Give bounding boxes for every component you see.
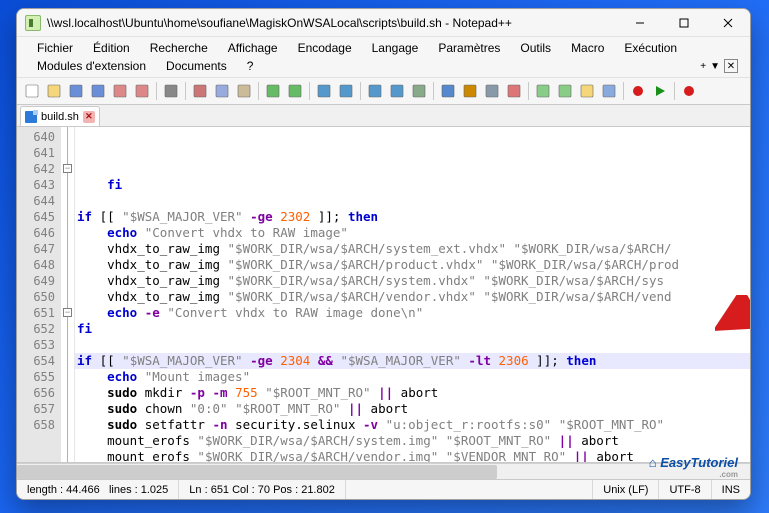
func-list-button[interactable] bbox=[554, 80, 576, 102]
menu-affichage[interactable]: Affichage bbox=[218, 39, 288, 57]
paste-button[interactable] bbox=[233, 80, 255, 102]
tab-close-icon[interactable]: ✕ bbox=[83, 111, 95, 123]
plus-icon[interactable]: + bbox=[700, 61, 706, 72]
window-title: \\wsl.localhost\Ubuntu\home\soufiane\Mag… bbox=[47, 16, 618, 30]
file-tab[interactable]: build.sh ✕ bbox=[20, 106, 100, 126]
menu-macro[interactable]: Macro bbox=[561, 39, 614, 57]
sync-button[interactable] bbox=[408, 80, 430, 102]
code-line[interactable]: vhdx_to_raw_img "$WORK_DIR/wsa/$ARCH/sys… bbox=[75, 273, 750, 289]
save-all-button[interactable] bbox=[87, 80, 109, 102]
indent-guide-button[interactable] bbox=[481, 80, 503, 102]
status-length: length : 44.466 lines : 1.025 bbox=[17, 480, 179, 499]
new-button[interactable] bbox=[21, 80, 43, 102]
undo-button[interactable] bbox=[262, 80, 284, 102]
minimize-button[interactable] bbox=[618, 9, 662, 37]
code-line[interactable]: if [[ "$WSA_MAJOR_VER" -ge 2304 && "$WSA… bbox=[75, 353, 750, 369]
save-button[interactable] bbox=[65, 80, 87, 102]
menu-dition[interactable]: Édition bbox=[83, 39, 140, 57]
close-button[interactable] bbox=[706, 9, 750, 37]
code-line[interactable]: echo -e "Convert vhdx to RAW image done\… bbox=[75, 305, 750, 321]
code-line[interactable]: vhdx_to_raw_img "$WORK_DIR/wsa/$ARCH/pro… bbox=[75, 257, 750, 273]
code-line[interactable]: fi bbox=[75, 177, 750, 193]
editor[interactable]: 6406416426436446456466476486496506516526… bbox=[17, 127, 750, 463]
file-type-icon bbox=[25, 111, 37, 123]
title-bar: \\wsl.localhost\Ubuntu\home\soufiane\Mag… bbox=[17, 9, 750, 37]
menu-outils[interactable]: Outils bbox=[510, 39, 561, 57]
code-line[interactable] bbox=[75, 337, 750, 353]
status-ovr[interactable]: INS bbox=[712, 480, 750, 499]
zoom-out-button[interactable] bbox=[386, 80, 408, 102]
annotation-arrow bbox=[655, 279, 715, 315]
tab-bar: build.sh ✕ bbox=[17, 105, 750, 127]
chevron-down-icon[interactable]: ▼ bbox=[710, 61, 720, 72]
close-button[interactable] bbox=[109, 80, 131, 102]
record-stop-button[interactable] bbox=[678, 80, 700, 102]
menu-modulesdextension[interactable]: Modules d'extension bbox=[27, 57, 156, 75]
code-area[interactable]: fi if [[ "$WSA_MAJOR_VER" -ge 2302 ]]; t… bbox=[75, 127, 750, 462]
word-wrap-button[interactable] bbox=[437, 80, 459, 102]
maximize-button[interactable] bbox=[662, 9, 706, 37]
menu-[interactable]: ? bbox=[237, 57, 264, 75]
status-pos: Ln : 651 Col : 70 Pos : 21.802 bbox=[179, 480, 346, 499]
record-button[interactable] bbox=[627, 80, 649, 102]
status-encoding[interactable]: UTF-8 bbox=[659, 480, 711, 499]
all-chars-button[interactable] bbox=[459, 80, 481, 102]
find-button[interactable] bbox=[313, 80, 335, 102]
menu-documents[interactable]: Documents bbox=[156, 57, 237, 75]
menu-fichier[interactable]: Fichier bbox=[27, 39, 83, 57]
fold-toggle[interactable]: − bbox=[63, 308, 72, 317]
status-bar: length : 44.466 lines : 1.025 Ln : 651 C… bbox=[17, 479, 750, 499]
tab-label: build.sh bbox=[41, 111, 79, 123]
code-line[interactable]: vhdx_to_raw_img "$WORK_DIR/wsa/$ARCH/ven… bbox=[75, 289, 750, 305]
fold-gutter[interactable]: −− bbox=[61, 127, 75, 462]
code-line[interactable]: sudo mkdir -p -m 755 "$ROOT_MNT_RO" || a… bbox=[75, 385, 750, 401]
lang-button[interactable] bbox=[503, 80, 525, 102]
code-line[interactable]: fi bbox=[75, 321, 750, 337]
code-line[interactable] bbox=[75, 193, 750, 209]
print-button[interactable] bbox=[160, 80, 182, 102]
watermark: ⌂ EasyTutoriel .com bbox=[649, 455, 738, 479]
menu-bar: FichierÉditionRechercheAffichageEncodage… bbox=[17, 37, 750, 77]
status-eol[interactable]: Unix (LF) bbox=[593, 480, 659, 499]
app-icon bbox=[25, 15, 41, 31]
toolbar bbox=[17, 77, 750, 105]
app-window: \\wsl.localhost\Ubuntu\home\soufiane\Mag… bbox=[16, 8, 751, 500]
fold-toggle[interactable]: − bbox=[63, 164, 72, 173]
redo-button[interactable] bbox=[284, 80, 306, 102]
horizontal-scrollbar[interactable] bbox=[17, 463, 750, 479]
code-line[interactable]: mount_erofs "$WORK_DIR/wsa/$ARCH/system.… bbox=[75, 433, 750, 449]
open-button[interactable] bbox=[43, 80, 65, 102]
play-button[interactable] bbox=[649, 80, 671, 102]
code-line[interactable]: echo "Mount images" bbox=[75, 369, 750, 385]
menu-langage[interactable]: Langage bbox=[362, 39, 429, 57]
menu-excution[interactable]: Exécution bbox=[614, 39, 687, 57]
folder-button[interactable] bbox=[576, 80, 598, 102]
replace-button[interactable] bbox=[335, 80, 357, 102]
code-line[interactable]: sudo chown "0:0" "$ROOT_MNT_RO" || abort bbox=[75, 401, 750, 417]
code-line[interactable]: if [[ "$WSA_MAJOR_VER" -ge 2302 ]]; then bbox=[75, 209, 750, 225]
monitor-button[interactable] bbox=[598, 80, 620, 102]
code-line[interactable]: vhdx_to_raw_img "$WORK_DIR/wsa/$ARCH/sys… bbox=[75, 241, 750, 257]
menu-paramtres[interactable]: Paramètres bbox=[428, 39, 510, 57]
line-number-gutter: 6406416426436446456466476486496506516526… bbox=[17, 127, 61, 462]
zoom-in-button[interactable] bbox=[364, 80, 386, 102]
code-line[interactable]: sudo setfattr -n security.selinux -v "u:… bbox=[75, 417, 750, 433]
menu-close-icon[interactable]: ✕ bbox=[724, 59, 738, 73]
menu-recherche[interactable]: Recherche bbox=[140, 39, 218, 57]
menu-tail: + ▼ ✕ bbox=[700, 59, 744, 73]
menu-encodage[interactable]: Encodage bbox=[288, 39, 362, 57]
code-line[interactable]: echo "Convert vhdx to RAW image" bbox=[75, 225, 750, 241]
copy-button[interactable] bbox=[211, 80, 233, 102]
cut-button[interactable] bbox=[189, 80, 211, 102]
close-all-button[interactable] bbox=[131, 80, 153, 102]
doc-map-button[interactable] bbox=[532, 80, 554, 102]
